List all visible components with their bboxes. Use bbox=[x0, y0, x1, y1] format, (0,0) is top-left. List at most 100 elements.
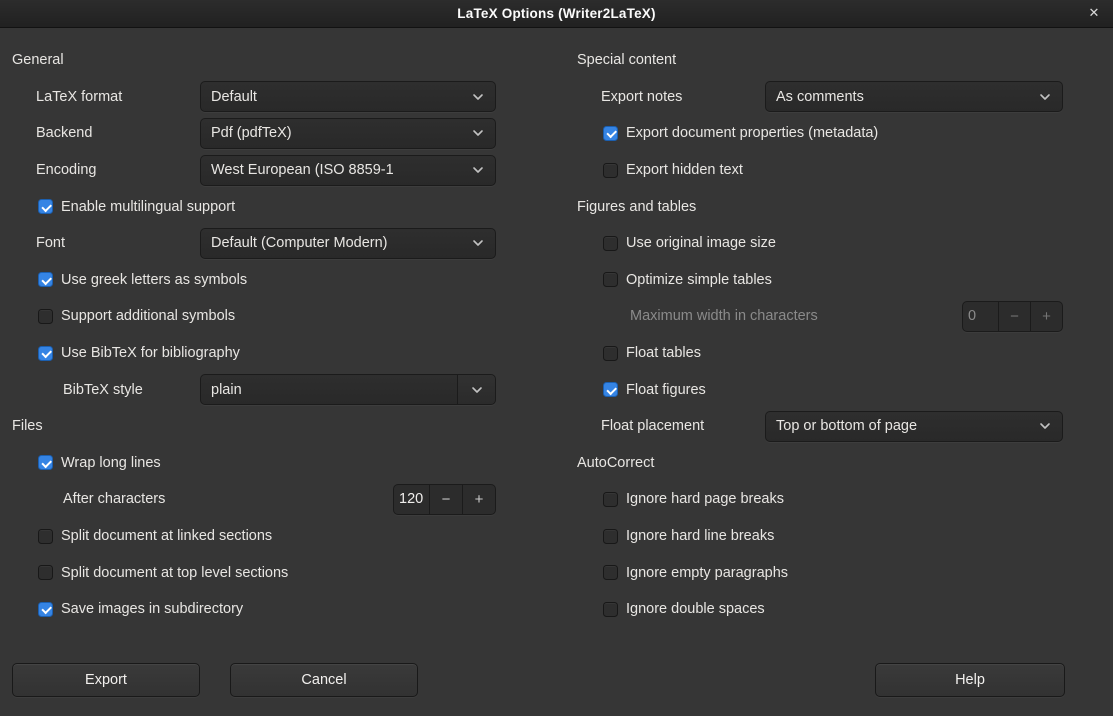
plus-button[interactable]: + bbox=[462, 485, 495, 514]
ignore-page-breaks-checkbox[interactable] bbox=[603, 492, 618, 507]
row-metadata: Export document properties (metadata) bbox=[577, 115, 1074, 152]
row-bibtex: Use BibTeX for bibliography bbox=[12, 335, 536, 372]
multilingual-label: Enable multilingual support bbox=[61, 199, 235, 215]
plus-button: + bbox=[1030, 302, 1062, 331]
split-linked-checkbox[interactable] bbox=[38, 529, 53, 544]
font-value: Default (Computer Modern) bbox=[211, 235, 468, 251]
metadata-label: Export document properties (metadata) bbox=[626, 125, 878, 141]
row-ignore-empty-paragraphs: Ignore empty paragraphs bbox=[577, 554, 1074, 591]
row-original-size: Use original image size bbox=[577, 225, 1074, 262]
float-figures-label: Float figures bbox=[626, 382, 706, 398]
row-wrap-lines: Wrap long lines bbox=[12, 445, 536, 482]
chevron-down-icon bbox=[1039, 422, 1051, 430]
optimize-tables-label: Optimize simple tables bbox=[626, 272, 772, 288]
row-float-figures: Float figures bbox=[577, 371, 1074, 408]
split-top-checkbox[interactable] bbox=[38, 565, 53, 580]
help-button[interactable]: Help bbox=[875, 663, 1065, 697]
chevron-down-icon bbox=[1039, 93, 1051, 101]
after-characters-value[interactable]: 120 bbox=[394, 485, 429, 514]
section-header: Special content bbox=[577, 52, 676, 68]
additional-symbols-label: Support additional symbols bbox=[61, 308, 235, 324]
left-column: General LaTeX format Default Backend Pdf… bbox=[12, 42, 536, 628]
backend-dropdown[interactable]: Pdf (pdfTeX) bbox=[200, 118, 496, 149]
row-export-notes: Export notes As comments bbox=[577, 79, 1074, 116]
ignore-empty-paragraphs-checkbox[interactable] bbox=[603, 565, 618, 580]
row-float-placement: Float placement Top or bottom of page bbox=[577, 408, 1074, 445]
multilingual-checkbox[interactable] bbox=[38, 199, 53, 214]
row-hidden-text: Export hidden text bbox=[577, 152, 1074, 189]
section-figures-tables: Figures and tables bbox=[577, 188, 1074, 225]
section-special-content: Special content bbox=[577, 42, 1074, 79]
float-tables-label: Float tables bbox=[626, 345, 701, 361]
split-linked-label: Split document at linked sections bbox=[61, 528, 272, 544]
metadata-checkbox[interactable] bbox=[603, 126, 618, 141]
float-figures-checkbox[interactable] bbox=[603, 382, 618, 397]
hidden-text-label: Export hidden text bbox=[626, 162, 743, 178]
save-images-label: Save images in subdirectory bbox=[61, 601, 243, 617]
row-split-linked: Split document at linked sections bbox=[12, 518, 536, 555]
save-images-checkbox[interactable] bbox=[38, 602, 53, 617]
greek-letters-label: Use greek letters as symbols bbox=[61, 272, 247, 288]
row-optimize-tables: Optimize simple tables bbox=[577, 262, 1074, 299]
row-after-characters: After characters 120 − + bbox=[12, 481, 536, 518]
close-icon[interactable]: ✕ bbox=[1083, 0, 1105, 26]
row-backend: Backend Pdf (pdfTeX) bbox=[12, 115, 536, 152]
right-column: Special content Export notes As comments… bbox=[577, 42, 1074, 628]
ignore-double-spaces-checkbox[interactable] bbox=[603, 602, 618, 617]
original-size-checkbox[interactable] bbox=[603, 236, 618, 251]
ignore-line-breaks-label: Ignore hard line breaks bbox=[626, 528, 774, 544]
export-notes-dropdown[interactable]: As comments bbox=[765, 81, 1063, 112]
chevron-down-icon bbox=[472, 166, 484, 174]
row-font: Font Default (Computer Modern) bbox=[12, 225, 536, 262]
font-dropdown[interactable]: Default (Computer Modern) bbox=[200, 228, 496, 259]
bibtex-style-combobox[interactable]: plain bbox=[200, 374, 496, 405]
cancel-button[interactable]: Cancel bbox=[230, 663, 418, 697]
wrap-lines-checkbox[interactable] bbox=[38, 455, 53, 470]
ignore-line-breaks-checkbox[interactable] bbox=[603, 529, 618, 544]
float-placement-dropdown[interactable]: Top or bottom of page bbox=[765, 411, 1063, 442]
section-header: General bbox=[12, 52, 64, 68]
row-additional-symbols: Support additional symbols bbox=[12, 298, 536, 335]
encoding-label: Encoding bbox=[36, 162, 96, 178]
row-ignore-double-spaces: Ignore double spaces bbox=[577, 591, 1074, 628]
row-split-top: Split document at top level sections bbox=[12, 554, 536, 591]
row-multilingual: Enable multilingual support bbox=[12, 188, 536, 225]
chevron-down-icon bbox=[472, 93, 484, 101]
row-ignore-page-breaks: Ignore hard page breaks bbox=[577, 481, 1074, 518]
after-characters-label: After characters bbox=[63, 491, 165, 507]
row-encoding: Encoding West European (ISO 8859-1 bbox=[12, 152, 536, 189]
chevron-down-icon bbox=[471, 386, 483, 394]
bibtex-checkbox[interactable] bbox=[38, 346, 53, 361]
row-max-width: Maximum width in characters 0 − + bbox=[577, 298, 1074, 335]
chevron-down-icon bbox=[472, 129, 484, 137]
row-bibtex-style: BibTeX style plain bbox=[12, 371, 536, 408]
optimize-tables-checkbox[interactable] bbox=[603, 272, 618, 287]
minus-button[interactable]: − bbox=[429, 485, 462, 514]
hidden-text-checkbox[interactable] bbox=[603, 163, 618, 178]
ignore-empty-paragraphs-label: Ignore empty paragraphs bbox=[626, 565, 788, 581]
minus-button: − bbox=[998, 302, 1030, 331]
latex-format-dropdown[interactable]: Default bbox=[200, 81, 496, 112]
encoding-dropdown[interactable]: West European (ISO 8859-1 bbox=[200, 155, 496, 186]
float-tables-checkbox[interactable] bbox=[603, 346, 618, 361]
row-latex-format: LaTeX format Default bbox=[12, 79, 536, 116]
export-button[interactable]: Export bbox=[12, 663, 200, 697]
wrap-lines-label: Wrap long lines bbox=[61, 455, 161, 471]
after-characters-spinner: 120 − + bbox=[393, 484, 496, 515]
greek-letters-checkbox[interactable] bbox=[38, 272, 53, 287]
font-label: Font bbox=[36, 235, 65, 251]
section-files: Files bbox=[12, 408, 536, 445]
titlebar: LaTeX Options (Writer2LaTeX) ✕ bbox=[0, 0, 1113, 28]
bibtex-style-label: BibTeX style bbox=[63, 382, 143, 398]
export-notes-value: As comments bbox=[776, 89, 1035, 105]
chevron-down-icon bbox=[472, 239, 484, 247]
section-general: General bbox=[12, 42, 536, 79]
backend-value: Pdf (pdfTeX) bbox=[211, 125, 468, 141]
section-header: Files bbox=[12, 418, 43, 434]
ignore-page-breaks-label: Ignore hard page breaks bbox=[626, 491, 784, 507]
row-float-tables: Float tables bbox=[577, 335, 1074, 372]
additional-symbols-checkbox[interactable] bbox=[38, 309, 53, 324]
max-width-spinner: 0 − + bbox=[962, 301, 1063, 332]
bibtex-style-dropdown-button[interactable] bbox=[457, 375, 495, 404]
export-notes-label: Export notes bbox=[601, 89, 682, 105]
